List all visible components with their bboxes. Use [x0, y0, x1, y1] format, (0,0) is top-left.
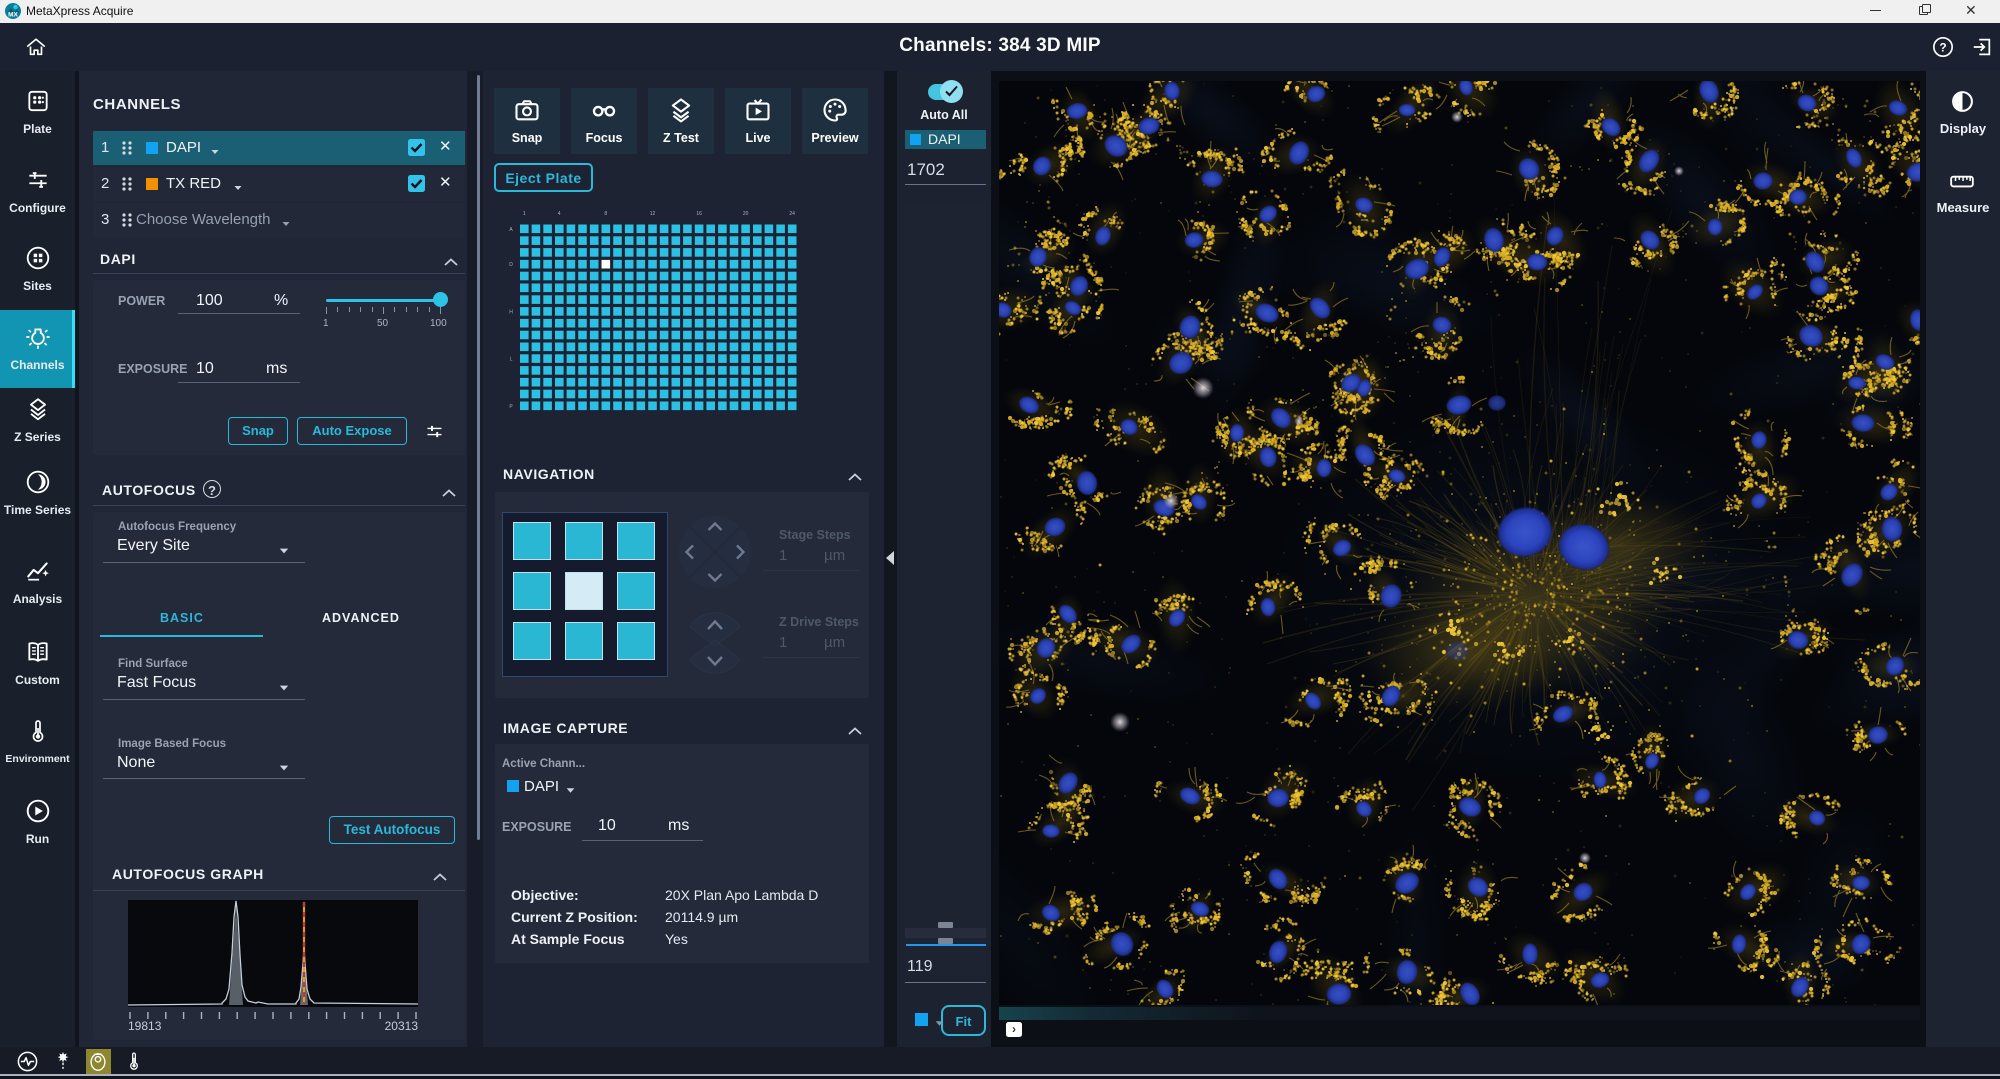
svg-text:19813: 19813 — [128, 1019, 162, 1033]
svg-text:P: P — [509, 404, 513, 410]
svg-text:20: 20 — [743, 211, 749, 217]
svg-text:A: A — [509, 227, 513, 233]
svg-text:L: L — [510, 357, 513, 363]
svg-text:H: H — [509, 309, 513, 315]
svg-text:4: 4 — [558, 211, 561, 217]
svg-text:16: 16 — [696, 211, 702, 217]
svg-text:12: 12 — [650, 211, 656, 217]
svg-text:?: ? — [1939, 41, 1946, 55]
svg-text:MX: MX — [8, 12, 18, 19]
svg-text:8: 8 — [604, 211, 607, 217]
svg-text:1: 1 — [523, 211, 526, 217]
svg-text:24: 24 — [789, 211, 795, 217]
svg-text:20313: 20313 — [385, 1019, 419, 1033]
svg-text:D: D — [509, 262, 513, 268]
